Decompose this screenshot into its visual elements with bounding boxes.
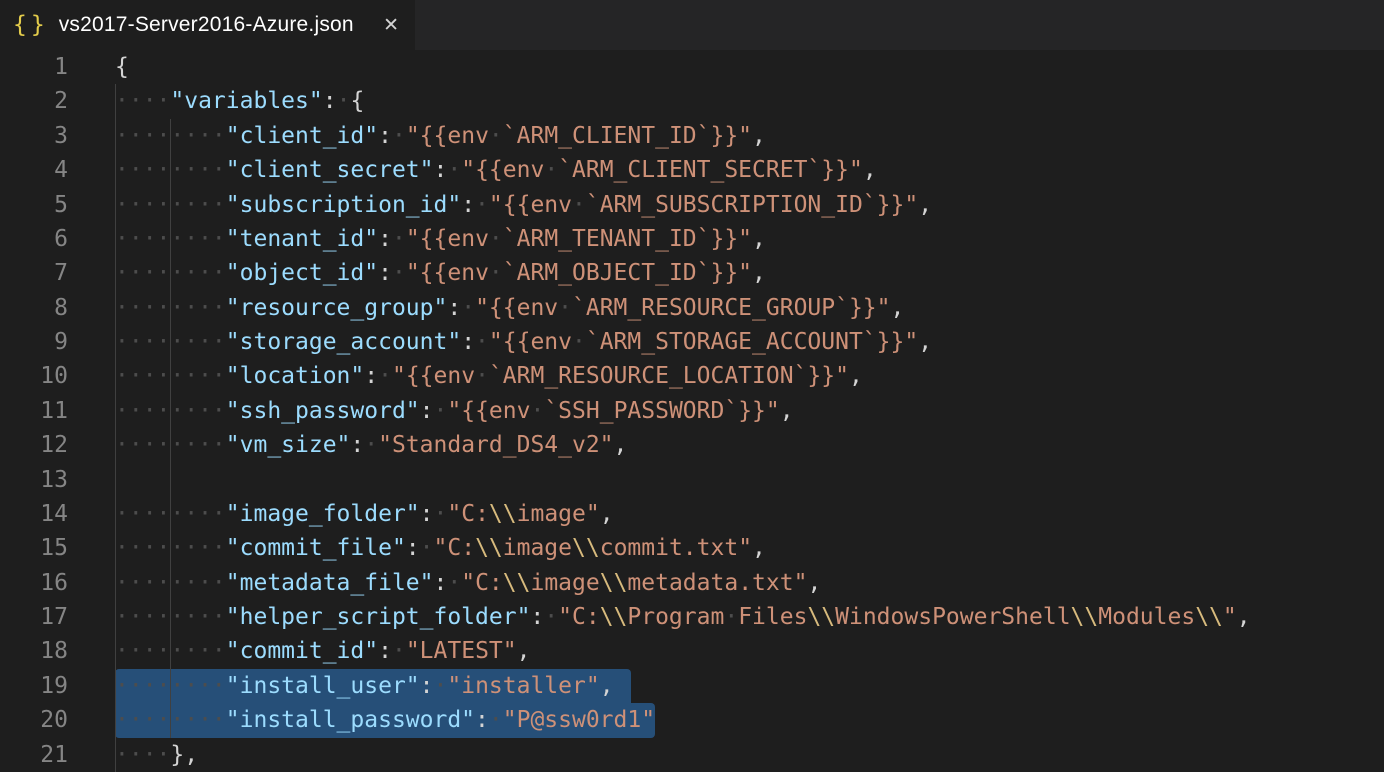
- code-text: {: [115, 50, 129, 84]
- line-number[interactable]: 13: [0, 463, 68, 497]
- code-line[interactable]: 18 ········"commit_id":·"LATEST",: [0, 634, 1384, 668]
- code-text: ········"resource_group":·"{{env·`ARM_RE…: [115, 291, 904, 325]
- tab-title: vs2017-Server2016-Azure.json: [59, 13, 375, 37]
- code-text: ········"subscription_id":·"{{env·`ARM_S…: [115, 188, 932, 222]
- code-text: ····"variables":·{: [115, 84, 364, 118]
- line-number[interactable]: 2: [0, 84, 68, 118]
- code-text: ········"ssh_password":·"{{env·`SSH_PASS…: [115, 394, 794, 428]
- code-text: ········"install_user":·"installer",: [115, 669, 614, 703]
- code-text: ········"vm_size":·"Standard_DS4_v2",: [115, 428, 627, 462]
- line-number[interactable]: 1: [0, 50, 68, 84]
- code-text: ········"helper_script_folder":·"C:\\Pro…: [115, 600, 1251, 634]
- json-file-icon: {}: [13, 12, 49, 38]
- code-text: ········"image_folder":·"C:\\image",: [115, 497, 614, 531]
- code-line[interactable]: 7 ········"object_id":·"{{env·`ARM_OBJECT…: [0, 256, 1384, 290]
- line-number[interactable]: 21: [0, 738, 68, 772]
- line-number[interactable]: 6: [0, 222, 68, 256]
- line-number[interactable]: 12: [0, 428, 68, 462]
- line-number[interactable]: 18: [0, 634, 68, 668]
- line-number[interactable]: 5: [0, 188, 68, 222]
- code-line[interactable]: 3 ········"client_id":·"{{env·`ARM_CLIENT…: [0, 119, 1384, 153]
- code-line[interactable]: 15 ········"commit_file":·"C:\\image\\com…: [0, 531, 1384, 565]
- code-line[interactable]: 9 ········"storage_account":·"{{env·`ARM_…: [0, 325, 1384, 359]
- code-line[interactable]: 21 ····},: [0, 738, 1384, 772]
- line-number[interactable]: 4: [0, 153, 68, 187]
- line-number[interactable]: 9: [0, 325, 68, 359]
- line-number[interactable]: 10: [0, 359, 68, 393]
- code-text: ········"commit_file":·"C:\\image\\commi…: [115, 531, 766, 565]
- close-tab-icon[interactable]: ✕: [383, 16, 399, 35]
- code-text: ········"storage_account":·"{{env·`ARM_S…: [115, 325, 932, 359]
- code-line[interactable]: 12 ········"vm_size":·"Standard_DS4_v2",: [0, 428, 1384, 462]
- code-text: ········"client_secret":·"{{env·`ARM_CLI…: [115, 153, 877, 187]
- tab-vs2017-server2016-azure-json[interactable]: {} vs2017-Server2016-Azure.json ✕: [0, 0, 415, 50]
- code-line[interactable]: 8 ········"resource_group":·"{{env·`ARM_R…: [0, 291, 1384, 325]
- line-number[interactable]: 8: [0, 291, 68, 325]
- line-number[interactable]: 20: [0, 703, 68, 737]
- code-text: ········"commit_id":·"LATEST",: [115, 634, 530, 668]
- code-line[interactable]: 5 ········"subscription_id":·"{{env·`ARM_…: [0, 188, 1384, 222]
- code-line[interactable]: 2 ····"variables":·{: [0, 84, 1384, 118]
- code-line[interactable]: 14 ········"image_folder":·"C:\\image",: [0, 497, 1384, 531]
- code-text: ········"install_password":·"P@ssw0rd1": [115, 703, 655, 737]
- code-line[interactable]: 19 ········"install_user":·"installer",: [0, 669, 1384, 703]
- code-text: ········"object_id":·"{{env·`ARM_OBJECT_…: [115, 256, 766, 290]
- code-text: ········"tenant_id":·"{{env·`ARM_TENANT_…: [115, 222, 766, 256]
- code-line[interactable]: 17 ········"helper_script_folder":·"C:\\P…: [0, 600, 1384, 634]
- code-line[interactable]: 10 ········"location":·"{{env·`ARM_RESOUR…: [0, 359, 1384, 393]
- code-line[interactable]: 6 ········"tenant_id":·"{{env·`ARM_TENANT…: [0, 222, 1384, 256]
- line-number[interactable]: 14: [0, 497, 68, 531]
- code-line[interactable]: 4 ········"client_secret":·"{{env·`ARM_CL…: [0, 153, 1384, 187]
- line-number[interactable]: 3: [0, 119, 68, 153]
- vscode-window: { "tab": { "title": "vs2017-Server2016-A…: [0, 0, 1384, 772]
- code-text: ····},: [115, 738, 198, 772]
- line-number[interactable]: 19: [0, 669, 68, 703]
- code-line[interactable]: 20 ········"install_password":·"P@ssw0rd1…: [0, 703, 1384, 737]
- code-text: ········"location":·"{{env·`ARM_RESOURCE…: [115, 359, 863, 393]
- line-number[interactable]: 11: [0, 394, 68, 428]
- code-text: ········"client_id":·"{{env·`ARM_CLIENT_…: [115, 119, 766, 153]
- line-number[interactable]: 16: [0, 566, 68, 600]
- line-number[interactable]: 17: [0, 600, 68, 634]
- line-number[interactable]: 15: [0, 531, 68, 565]
- code-line[interactable]: 13: [0, 463, 1384, 497]
- code-text: ········"metadata_file":·"C:\\image\\met…: [115, 566, 821, 600]
- code-line[interactable]: 16 ········"metadata_file":·"C:\\image\\m…: [0, 566, 1384, 600]
- line-number[interactable]: 7: [0, 256, 68, 290]
- code-line[interactable]: 1{: [0, 50, 1384, 84]
- code-editor[interactable]: 1{2····"variables":·{3········"client_id…: [0, 50, 1384, 772]
- code-line[interactable]: 11 ········"ssh_password":·"{{env·`SSH_PA…: [0, 394, 1384, 428]
- tab-bar: {} vs2017-Server2016-Azure.json ✕: [0, 0, 1384, 50]
